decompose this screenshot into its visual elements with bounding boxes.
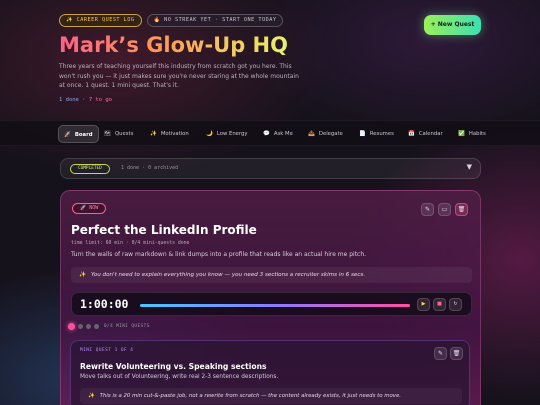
stop-icon: ■ — [437, 301, 442, 307]
step-dot[interactable] — [68, 323, 75, 330]
tab-label: Ask Me — [273, 131, 293, 137]
progress-separator: · — [78, 97, 89, 103]
completed-section-toggle[interactable]: COMPLETED 1 done · 0 archived ▼ — [60, 158, 481, 179]
calendar-icon: 📅 — [408, 131, 415, 137]
mini-quest-kicker: MINI QUEST 1 OF 4 — [80, 348, 134, 353]
tab-delegate[interactable]: 📤 Delegate — [303, 125, 348, 143]
trash-icon: 🗑 — [457, 206, 466, 213]
step-dot[interactable] — [86, 324, 91, 329]
tab-label: Low Energy — [216, 131, 248, 137]
streak-badge: 🔥 NO STREAK YET · START ONE TODAY — [146, 14, 284, 27]
mini-quest-tip-text: This is a 20 min cut-&-paste job, not a … — [99, 393, 401, 399]
archive-icon: ▭ — [441, 206, 448, 213]
chevron-down-icon: ▼ — [466, 163, 472, 171]
badge-row: ✨ CAREER QUEST LOG 🔥 NO STREAK YET · STA… — [59, 14, 284, 27]
trash-icon: 🗑 — [452, 350, 461, 357]
tab-motivation[interactable]: ✨ Motivation — [145, 125, 194, 143]
stop-button[interactable]: ■ — [433, 298, 446, 311]
tab-label: Habits — [468, 131, 486, 137]
togo-count: 7 to go — [88, 97, 112, 103]
tab-label: Delegate — [318, 131, 343, 137]
map-icon: 🗺 — [104, 131, 111, 137]
mini-quest-title: Rewrite Volunteering vs. Speaking sectio… — [80, 362, 267, 371]
page-subtitle: Three years of teaching yourself this in… — [59, 63, 299, 89]
sparkle-icon: ✨ — [88, 393, 95, 399]
quest-meta: time limit: 60 min · 0/4 mini-quests don… — [71, 241, 190, 246]
step-dot[interactable] — [94, 324, 99, 329]
timer-progress-bar — [140, 304, 410, 307]
tab-quests[interactable]: 🗺 Quests — [99, 125, 138, 143]
hero-header: ✨ CAREER QUEST LOG 🔥 NO STREAK YET · STA… — [0, 0, 540, 120]
step-dot[interactable] — [78, 324, 83, 329]
tab-low-energy[interactable]: 🌙 Low Energy — [201, 125, 253, 143]
quest-tip-text: You don't need to explain everything you… — [90, 272, 366, 278]
delete-quest-button[interactable]: 🗑 — [455, 203, 468, 216]
tab-label: Board — [74, 132, 93, 138]
moon-icon: 🌙 — [206, 131, 213, 137]
completed-pill: COMPLETED — [70, 164, 110, 174]
quest-tip: ✨ You don't need to explain everything yo… — [71, 267, 472, 283]
career-quest-badge: ✨ CAREER QUEST LOG — [59, 14, 142, 27]
pencil-icon: ✎ — [424, 206, 431, 213]
reset-icon: ↻ — [453, 301, 458, 307]
play-button[interactable]: ▶ — [417, 298, 430, 311]
tab-ask-me[interactable]: 💬 Ask Me — [258, 125, 298, 143]
tab-label: Motivation — [160, 131, 189, 137]
reset-button[interactable]: ↻ — [449, 298, 462, 311]
tab-board[interactable]: 🚀 Board — [58, 125, 99, 143]
tab-resumes[interactable]: 📄 Resumes — [354, 125, 399, 143]
tab-label: Resumes — [369, 131, 394, 137]
mini-quest-tip: ✨ This is a 20 min cut-&-paste job, not a… — [80, 388, 462, 404]
mini-quest-count: 0/4 MINI QUESTS — [104, 324, 150, 329]
tab-calendar[interactable]: 📅 Calendar — [403, 125, 448, 143]
delete-mini-quest-button[interactable]: 🗑 — [450, 347, 463, 360]
play-icon: ▶ — [421, 301, 426, 307]
rocket-icon: 🚀 — [64, 132, 71, 138]
completed-meta: 1 done · 0 archived — [121, 165, 179, 171]
archive-quest-button[interactable]: ▭ — [438, 203, 451, 216]
pencil-icon: ✎ — [437, 350, 444, 357]
mini-quest-description: Move talks out of Volunteering, write re… — [80, 374, 279, 380]
mini-quest-card: MINI QUEST 1 OF 4 ✎ 🗑 Rewrite Volunteeri… — [70, 340, 470, 405]
outbox-icon: 📤 — [308, 131, 315, 137]
quest-title: Perfect the LinkedIn Profile — [71, 223, 257, 237]
tab-habits[interactable]: ✅ Habits — [453, 125, 491, 143]
checkbox-icon: ✅ — [458, 131, 465, 137]
done-count: 1 done — [59, 97, 79, 103]
edit-mini-quest-button[interactable]: ✎ — [434, 347, 447, 360]
chat-icon: 💬 — [263, 131, 270, 137]
now-badge: 🚀 NOW — [72, 203, 107, 214]
progress-summary: 1 done · 7 to go — [59, 97, 112, 103]
document-icon: 📄 — [359, 131, 366, 137]
mini-quest-stepper: 0/4 MINI QUESTS — [68, 323, 150, 330]
edit-quest-button[interactable]: ✎ — [421, 203, 434, 216]
timer-readout: 1:00:00 — [80, 297, 129, 311]
new-quest-button[interactable]: + New Quest — [424, 15, 481, 35]
sparkle-icon: ✨ — [79, 272, 86, 278]
quest-description: Turn the walls of raw markdown & link du… — [71, 251, 367, 258]
sparkles-icon: ✨ — [150, 131, 157, 137]
tab-label: Quests — [114, 131, 134, 137]
tab-label: Calendar — [418, 131, 443, 137]
quest-timer: 1:00:00 ▶ ■ ↻ — [71, 292, 472, 316]
main-nav: 🚀 Board 🗺 Quests ✨ Motivation 🌙 Low Energy 💬… — [0, 120, 540, 146]
page-title: Mark’s Glow-Up HQ — [59, 33, 288, 57]
